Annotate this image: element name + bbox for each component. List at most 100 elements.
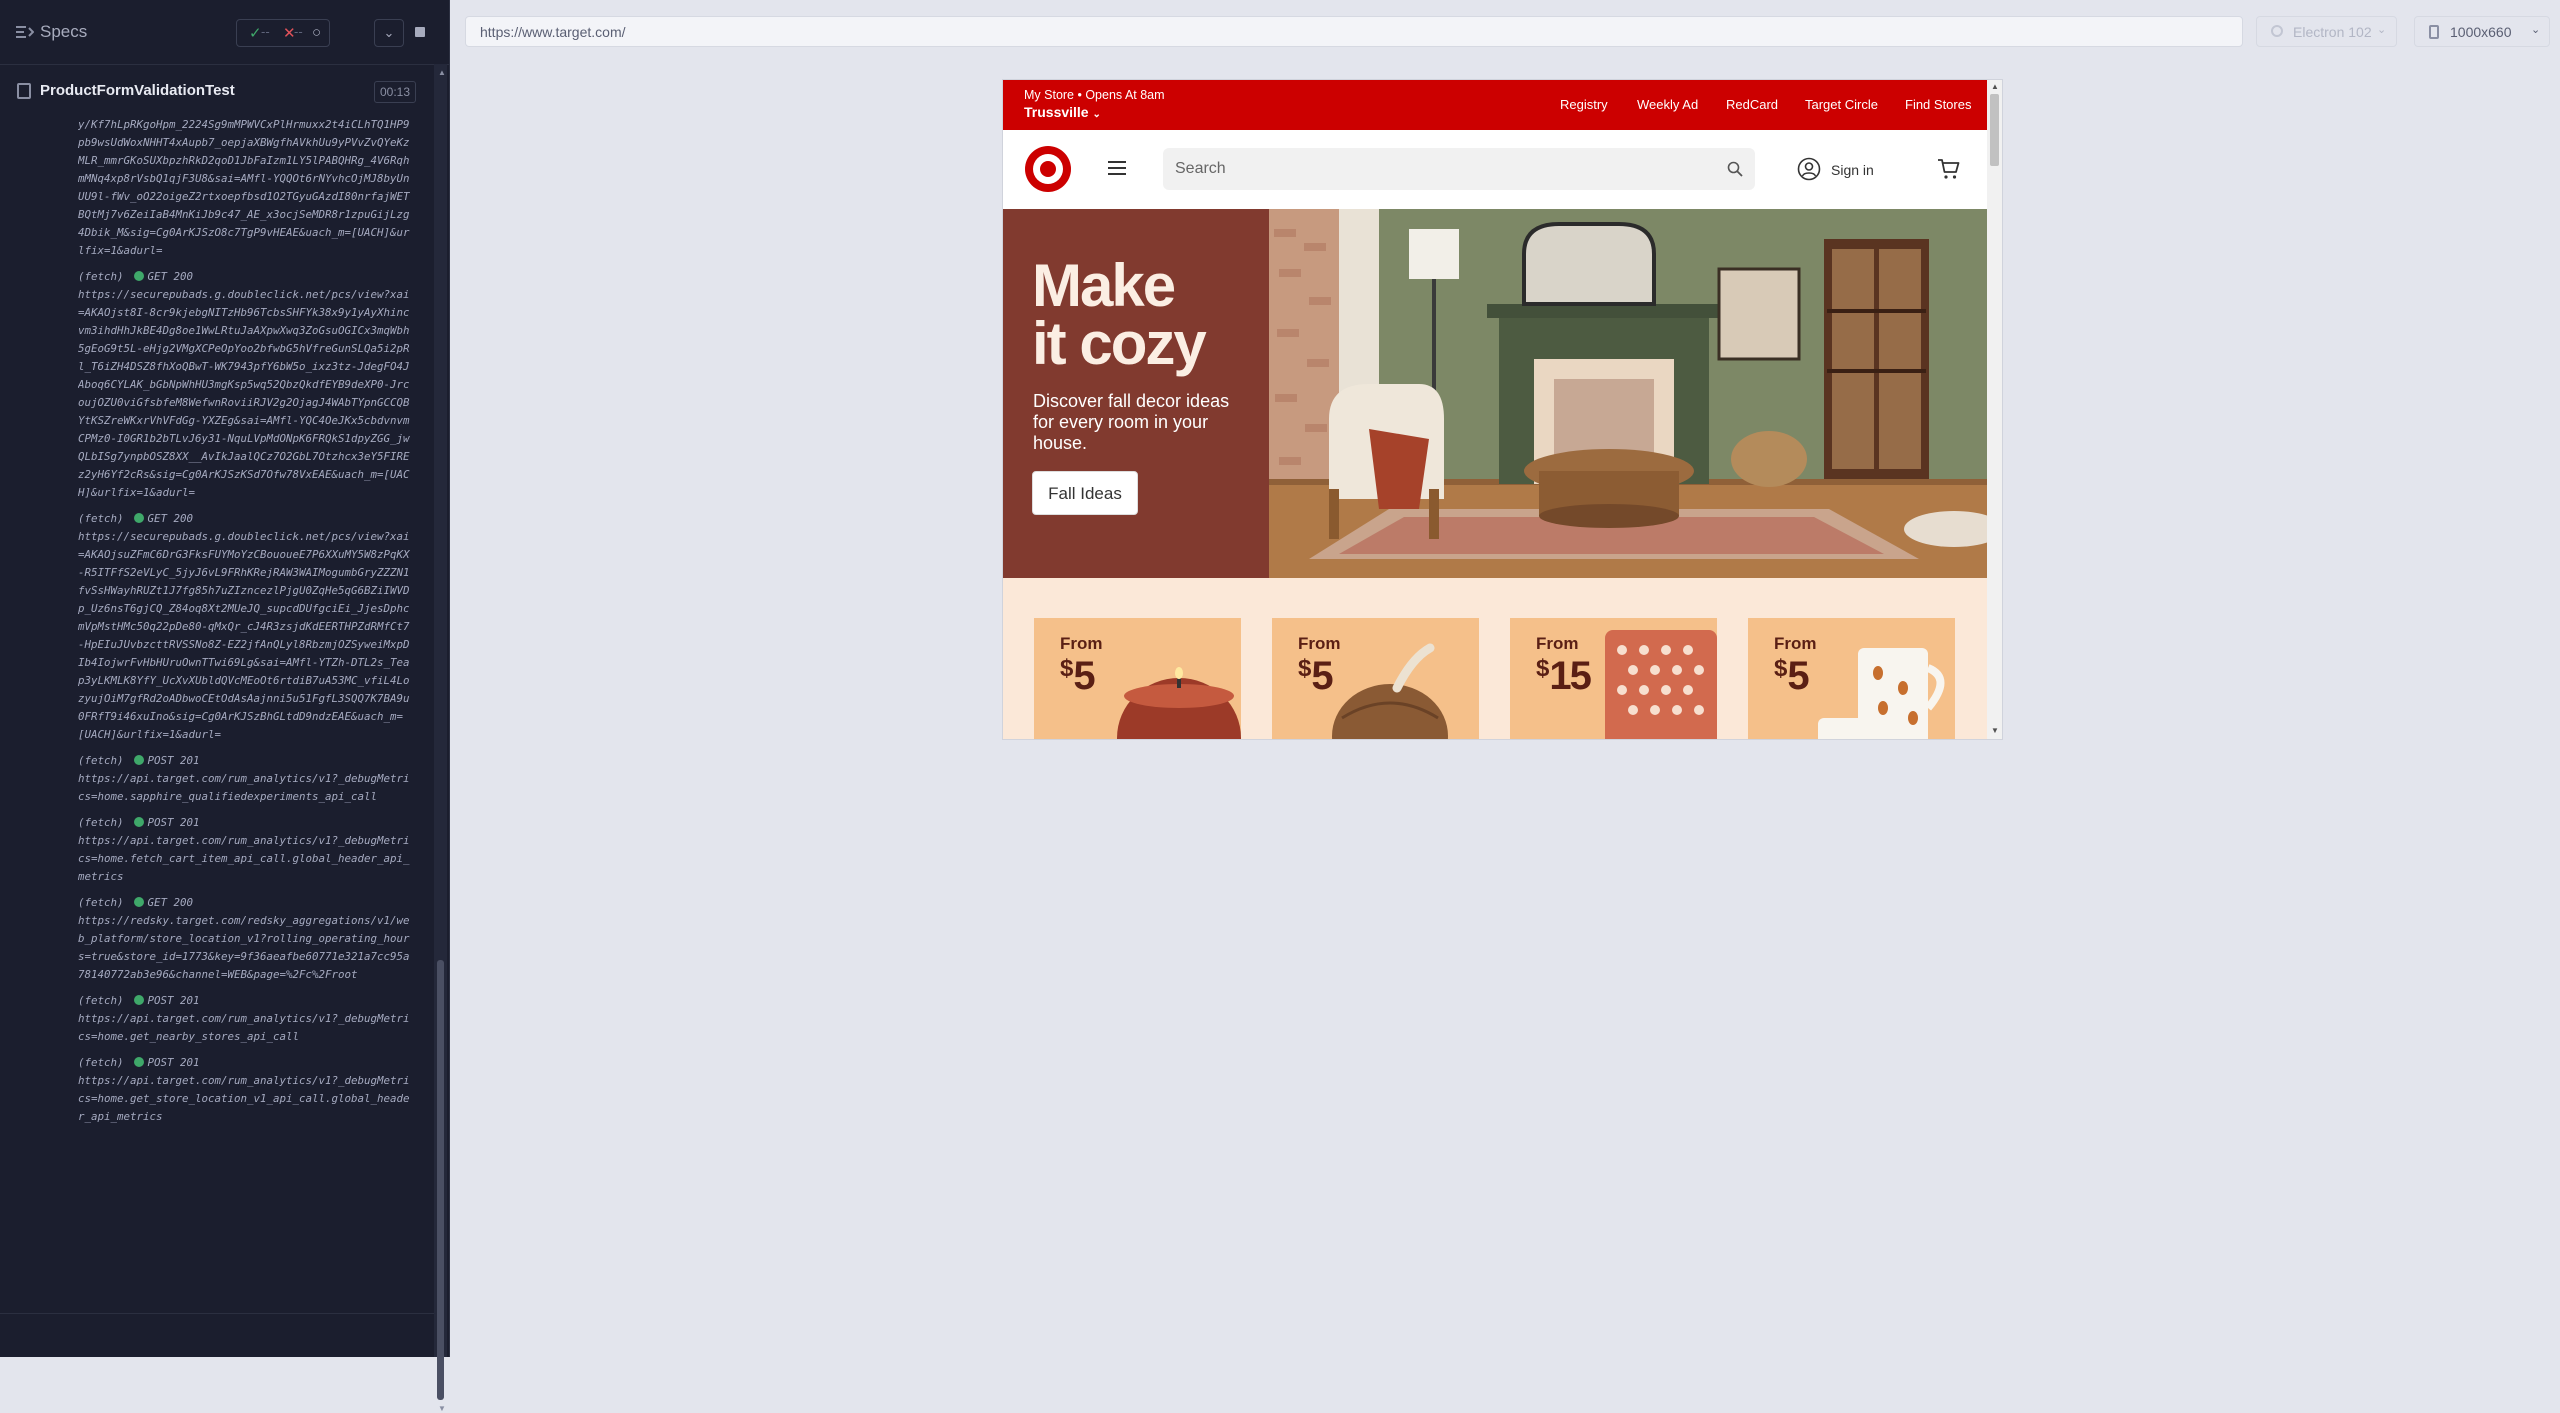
pending-icon: ○ xyxy=(312,24,322,41)
specs-header: Specs ✓ -- ✕ -- ○ ⌄ xyxy=(0,0,449,65)
log-url: https://securepubads.g.doubleclick.net/p… xyxy=(78,288,410,499)
scroll-down-icon[interactable]: ▼ xyxy=(438,1404,446,1413)
log-entry[interactable]: y/Kf7hLpRKgoHpm_2224Sg9mMPWVCxPlHrmuxx2t… xyxy=(78,116,414,260)
log-status: POST 201 xyxy=(147,994,200,1007)
page-scrollbar[interactable]: ▲ ▼ xyxy=(1987,80,2002,739)
deal-from: From xyxy=(1536,634,1579,653)
viewport-label: 1000x660 xyxy=(2450,24,2512,40)
log-entry[interactable]: (fetch) POST 201 https://api.target.com/ru… xyxy=(78,1054,414,1126)
log-entry[interactable]: (fetch) GET 200 https://securepubads.g.dou… xyxy=(78,268,414,502)
stop-icon xyxy=(415,27,425,37)
log-url: y/Kf7hLpRKgoHpm_2224Sg9mMPWVCxPlHrmuxx2t… xyxy=(78,118,410,257)
specs-list-icon[interactable] xyxy=(16,24,34,40)
status-dot-icon xyxy=(133,1057,144,1067)
command-log-scrollbar[interactable]: ▲ ▼ xyxy=(434,64,447,1413)
account-icon[interactable] xyxy=(1797,157,1821,181)
log-command: (fetch) xyxy=(78,1056,124,1069)
fall-ideas-button[interactable]: Fall Ideas xyxy=(1032,471,1138,515)
status-dot-icon xyxy=(133,755,144,765)
log-entry[interactable]: (fetch) GET 200 https://securepubads.g.dou… xyxy=(78,510,414,744)
deal-card[interactable]: From $5 xyxy=(1748,618,1955,739)
deal-from: From xyxy=(1060,634,1103,653)
log-command: (fetch) xyxy=(78,270,124,283)
scroll-down-icon[interactable]: ▼ xyxy=(1991,726,1999,735)
command-log: y/Kf7hLpRKgoHpm_2224Sg9mMPWVCxPlHrmuxx2t… xyxy=(78,116,414,1302)
scrollbar-thumb[interactable] xyxy=(1990,94,1999,166)
log-entry[interactable]: (fetch) POST 201 https://api.target.com/ru… xyxy=(78,814,414,886)
deal-card[interactable]: From $5 xyxy=(1272,618,1479,739)
sign-in-link[interactable]: Sign in xyxy=(1831,162,1874,178)
log-status: GET 200 xyxy=(147,512,194,525)
search-input[interactable] xyxy=(1163,148,1723,190)
log-url: https://api.target.com/rum_analytics/v1?… xyxy=(78,772,410,803)
deal-card[interactable]: From $5 xyxy=(1034,618,1241,739)
hero-title-line: Make xyxy=(1032,252,1176,319)
deal-from: From xyxy=(1774,634,1817,653)
cart-icon[interactable] xyxy=(1937,157,1961,181)
link-target-circle[interactable]: Target Circle xyxy=(1805,97,1878,112)
target-logo[interactable] xyxy=(1025,146,1071,192)
site-header: Sign in xyxy=(1003,130,1987,209)
deal-price: $5 xyxy=(1774,654,1810,698)
url-text: https://www.target.com/ xyxy=(480,24,626,40)
link-find-stores[interactable]: Find Stores xyxy=(1905,97,1971,112)
deals-section: From $5 From $5 From $15 From $5 xyxy=(1003,578,1987,739)
viewport-selector[interactable]: 1000x660 ⌄ xyxy=(2414,16,2550,47)
viewport-icon xyxy=(2429,25,2439,39)
url-bar[interactable]: https://www.target.com/ xyxy=(465,16,2243,47)
scrollbar-thumb[interactable] xyxy=(437,960,444,1400)
log-entry[interactable]: (fetch) POST 201 https://api.target.com/ru… xyxy=(78,752,414,806)
store-name: Trussville xyxy=(1024,104,1089,120)
spec-duration: 00:13 xyxy=(374,81,416,103)
status-dot-icon xyxy=(133,513,144,523)
browser-icon xyxy=(2271,25,2283,37)
log-entry[interactable]: (fetch) GET 200 https://redsky.target.com/… xyxy=(78,894,414,984)
scroll-up-icon[interactable]: ▲ xyxy=(1991,82,1999,91)
deal-price: $5 xyxy=(1060,654,1096,698)
divider xyxy=(0,1313,434,1314)
link-redcard[interactable]: RedCard xyxy=(1726,97,1778,112)
log-status: GET 200 xyxy=(147,270,194,283)
chevron-down-icon: ⌄ xyxy=(1092,109,1101,120)
stop-button[interactable] xyxy=(408,19,432,45)
specs-label[interactable]: Specs xyxy=(40,22,87,42)
app-under-test-frame: My Store • Opens At 8am Trussville ⌄ Reg… xyxy=(1003,80,2002,739)
status-dot-icon xyxy=(133,897,144,907)
browser-selector[interactable]: Electron 102 ⌄ xyxy=(2256,16,2397,47)
store-selector[interactable]: Trussville ⌄ xyxy=(1024,104,1101,120)
utility-bar: My Store • Opens At 8am Trussville ⌄ Reg… xyxy=(1003,80,1987,130)
log-status: POST 201 xyxy=(147,816,200,829)
deal-card[interactable]: From $15 xyxy=(1510,618,1717,739)
browser-label: Electron 102 xyxy=(2293,24,2372,40)
deal-price: $5 xyxy=(1298,654,1334,698)
passed-icon: ✓ xyxy=(249,25,262,42)
search-bar xyxy=(1163,148,1755,190)
chevron-down-icon: ⌄ xyxy=(2377,24,2387,36)
menu-icon[interactable] xyxy=(1108,161,1126,175)
log-status: GET 200 xyxy=(147,896,194,909)
spec-title: ProductFormValidationTest xyxy=(40,82,235,99)
log-status: POST 201 xyxy=(147,754,200,767)
link-registry[interactable]: Registry xyxy=(1560,97,1608,112)
hero-title: Make it cozy xyxy=(1032,252,1207,374)
log-entry[interactable]: (fetch) POST 201 https://api.target.com/ru… xyxy=(78,992,414,1046)
search-icon[interactable] xyxy=(1727,161,1743,177)
link-weekly-ad[interactable]: Weekly Ad xyxy=(1637,97,1698,112)
chevron-down-icon[interactable]: ⌄ xyxy=(374,19,404,47)
log-url: https://securepubads.g.doubleclick.net/p… xyxy=(78,530,410,741)
log-command: (fetch) xyxy=(78,816,124,829)
log-command: (fetch) xyxy=(78,512,124,525)
scroll-up-icon[interactable]: ▲ xyxy=(438,68,446,77)
log-command: (fetch) xyxy=(78,754,124,767)
failed-count: -- xyxy=(294,24,303,39)
spec-file-row[interactable]: ProductFormValidationTest 00:13 xyxy=(0,78,432,106)
log-url: https://api.target.com/rum_analytics/v1?… xyxy=(78,1074,410,1123)
log-url: https://redsky.target.com/redsky_aggrega… xyxy=(78,914,410,981)
hero-image[interactable] xyxy=(1269,209,1987,578)
chevron-down-icon: ⌄ xyxy=(2531,24,2541,36)
deal-from: From xyxy=(1298,634,1341,653)
test-reporter-panel: Specs ✓ -- ✕ -- ○ ⌄ ProductFormValidatio… xyxy=(0,0,450,1413)
log-status: POST 201 xyxy=(147,1056,200,1069)
store-hours: My Store • Opens At 8am xyxy=(1024,88,1165,102)
status-dot-icon xyxy=(133,817,144,827)
